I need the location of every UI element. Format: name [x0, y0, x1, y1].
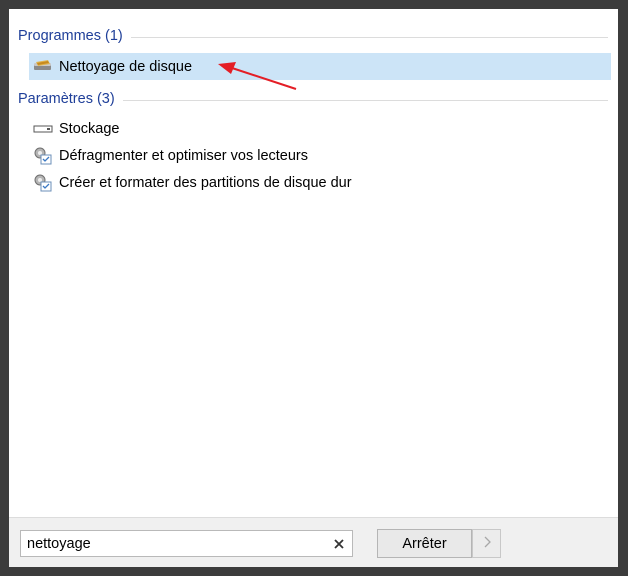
result-label: Stockage [59, 120, 120, 137]
drive-icon [33, 120, 53, 138]
search-results-panel: Programmes (1) Nettoyage de disque Param… [9, 9, 618, 517]
clear-icon[interactable] [326, 531, 352, 556]
next-button[interactable] [472, 529, 501, 558]
search-input[interactable] [21, 531, 326, 556]
result-label: Créer et formater des partitions de disq… [59, 174, 352, 191]
chevron-right-icon [483, 535, 491, 553]
result-item-defragmenter[interactable]: Défragmenter et optimiser vos lecteurs [29, 142, 611, 169]
group-header-programmes: Programmes (1) [18, 26, 608, 46]
search-box [20, 530, 353, 557]
settings-icon [33, 147, 53, 165]
stop-button[interactable]: Arrêter [377, 529, 472, 558]
group-header-parametres: Paramètres (3) [18, 89, 608, 109]
settings-icon [33, 174, 53, 192]
result-label: Défragmenter et optimiser vos lecteurs [59, 147, 309, 164]
group-label-parametres: Paramètres (3) [18, 91, 115, 107]
search-footer: Arrêter [9, 517, 618, 567]
result-item-stockage[interactable]: Stockage [29, 115, 611, 142]
result-item-nettoyage-de-disque[interactable]: Nettoyage de disque [29, 53, 611, 80]
result-label: Nettoyage de disque [59, 58, 193, 75]
group-divider [122, 99, 608, 101]
result-item-partitions[interactable]: Créer et formater des partitions de disq… [29, 169, 611, 196]
group-divider [130, 36, 608, 38]
disk-cleanup-icon [33, 58, 53, 76]
group-label-programmes: Programmes (1) [18, 28, 123, 44]
